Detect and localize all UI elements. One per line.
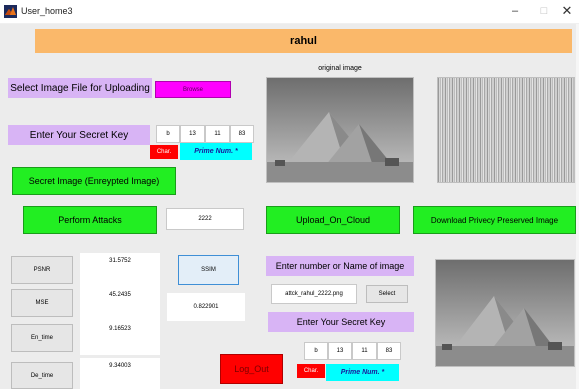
perform-attacks-button[interactable]: Perform Attacks xyxy=(23,206,157,234)
mse-button[interactable]: MSE xyxy=(11,289,73,317)
char-tag: Char. xyxy=(150,145,178,159)
prime3-input[interactable]: 83 xyxy=(230,125,254,143)
image-lookup-label: Enter number or Name of image xyxy=(266,256,414,276)
original-image-caption: original image xyxy=(318,64,362,72)
mse-value: 45.2435 xyxy=(80,287,160,321)
select-image-label: Select Image File for Uploading xyxy=(8,78,152,98)
prime1-input-bottom[interactable]: 13 xyxy=(328,342,352,360)
attack-value-input[interactable]: 2222 xyxy=(166,208,244,230)
upload-cloud-button[interactable]: Upload_On_Cloud xyxy=(266,206,400,234)
char-input[interactable]: b xyxy=(156,125,180,143)
noise-photo xyxy=(437,77,575,183)
select-button[interactable]: Select xyxy=(366,285,408,303)
minimize-button[interactable]: – xyxy=(500,2,530,22)
download-button[interactable]: Download Privecy Preserved Image xyxy=(413,206,576,234)
char-input-bottom[interactable]: b xyxy=(304,342,328,360)
logout-button[interactable]: Log_Out xyxy=(220,354,283,384)
prime1-input[interactable]: 13 xyxy=(180,125,205,143)
de-time-button[interactable]: De_time xyxy=(11,362,73,389)
close-button[interactable]: ✕ xyxy=(552,2,579,22)
pyramid-photo xyxy=(267,78,413,182)
username-banner: rahul xyxy=(35,29,572,53)
prime-tag-bottom: Prime Num. * xyxy=(326,364,399,381)
window-titlebar: User_home3 – □ ✕ xyxy=(0,0,579,24)
secret-image-button[interactable]: Secret Image (Enreypted Image) xyxy=(12,167,176,195)
prime-tag: Prime Num. * xyxy=(180,143,252,160)
browse-button[interactable]: Browse xyxy=(155,81,231,98)
figure-canvas: rahul Select Image File for Uploading Br… xyxy=(0,24,579,389)
de-time-value: 9.34003 xyxy=(80,358,160,389)
ssim-value: 0.822901 xyxy=(167,293,245,321)
psnr-value: 31.5752 xyxy=(80,253,160,287)
secret-key-label: Enter Your Secret Key xyxy=(8,125,150,145)
en-time-value: 9.16523 xyxy=(80,321,160,355)
retrieved-image xyxy=(435,259,575,367)
matlab-app-icon xyxy=(4,5,17,18)
en-time-button[interactable]: En_time xyxy=(11,324,73,352)
window-title: User_home3 xyxy=(21,6,73,16)
ssim-button[interactable]: SSIM xyxy=(178,255,239,285)
prime3-input-bottom[interactable]: 83 xyxy=(377,342,401,360)
image-name-input[interactable]: attck_rahul_2222.png xyxy=(271,284,357,304)
original-image xyxy=(266,77,414,183)
prime2-input[interactable]: 11 xyxy=(205,125,230,143)
prime2-input-bottom[interactable]: 11 xyxy=(352,342,377,360)
psnr-button[interactable]: PSNR xyxy=(11,256,73,284)
char-tag-bottom: Char. xyxy=(297,364,325,378)
secret-key-label-bottom: Enter Your Secret Key xyxy=(268,312,414,332)
pyramid-photo xyxy=(436,260,574,366)
